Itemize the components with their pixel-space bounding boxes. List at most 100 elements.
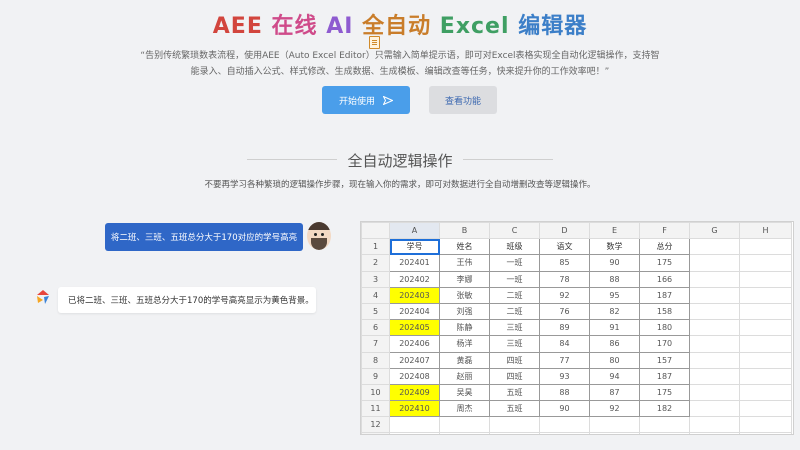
cell[interactable]	[589, 416, 640, 434]
cell[interactable]: 82	[589, 302, 640, 321]
cell[interactable]	[689, 416, 740, 434]
cell[interactable]: 187	[639, 286, 690, 304]
cell[interactable]: 90	[539, 400, 590, 418]
cell[interactable]: 赵丽	[439, 367, 490, 385]
row-header[interactable]: 5	[361, 302, 390, 321]
spreadsheet[interactable]: A B C D E F G H 1 学号 姓名 班级 语文 数学 总分 2 202401 王伟 一班…	[360, 221, 794, 435]
cell[interactable]: 姓名	[439, 238, 490, 256]
cell[interactable]: 77	[539, 351, 590, 369]
cell[interactable]: 166	[639, 270, 690, 288]
column-header[interactable]: B	[439, 222, 490, 240]
cell[interactable]: 182	[639, 400, 690, 418]
cell[interactable]	[689, 383, 740, 402]
column-header[interactable]: D	[539, 222, 590, 240]
cell[interactable]	[689, 286, 740, 304]
cell[interactable]: 五班	[489, 400, 540, 418]
cell[interactable]: 语文	[539, 238, 590, 256]
cell[interactable]: 学号	[389, 238, 440, 256]
cell[interactable]	[739, 302, 792, 321]
cell[interactable]	[639, 416, 690, 434]
column-header[interactable]: E	[589, 222, 640, 240]
spreadsheet-grid[interactable]: A B C D E F G H 1 学号 姓名 班级 语文 数学 总分 2 202401 王伟 一班…	[361, 222, 792, 434]
cell[interactable]	[739, 383, 792, 402]
cell[interactable]: 一班	[489, 270, 540, 288]
cell[interactable]: 周杰	[439, 400, 490, 418]
cell[interactable]: 175	[639, 254, 690, 272]
row-header[interactable]: 3	[361, 270, 390, 288]
cell[interactable]: 二班	[489, 286, 540, 304]
cell[interactable]: 187	[639, 367, 690, 385]
cell[interactable]: 202407	[389, 351, 440, 369]
cell[interactable]: 180	[639, 319, 690, 337]
cell[interactable]: 92	[539, 286, 590, 304]
cell[interactable]	[689, 302, 740, 321]
cell[interactable]: 202405	[389, 319, 440, 337]
cell[interactable]	[689, 270, 740, 288]
cell[interactable]: 88	[539, 383, 590, 402]
cell[interactable]: 87	[589, 383, 640, 402]
cell[interactable]: 一班	[489, 254, 540, 272]
cell[interactable]: 90	[589, 254, 640, 272]
cell[interactable]: 刘强	[439, 302, 490, 321]
cell[interactable]	[739, 432, 792, 434]
cell[interactable]: 91	[589, 319, 640, 337]
cell[interactable]: 93	[539, 367, 590, 385]
cell[interactable]	[539, 432, 590, 434]
cell[interactable]	[639, 432, 690, 434]
cell[interactable]: 二班	[489, 302, 540, 321]
cell[interactable]: 四班	[489, 367, 540, 385]
cell[interactable]	[739, 286, 792, 304]
cell[interactable]	[739, 351, 792, 369]
cell[interactable]: 78	[539, 270, 590, 288]
row-header[interactable]: 9	[361, 367, 390, 385]
cell[interactable]: 89	[539, 319, 590, 337]
cell[interactable]: 202401	[389, 254, 440, 272]
cell[interactable]: 202406	[389, 335, 440, 353]
cell[interactable]: 76	[539, 302, 590, 321]
cell[interactable]: 202404	[389, 302, 440, 321]
cell[interactable]: 202408	[389, 367, 440, 385]
cell[interactable]	[689, 335, 740, 353]
cell[interactable]: 85	[539, 254, 590, 272]
cell[interactable]: 王伟	[439, 254, 490, 272]
cell[interactable]: 吴昊	[439, 383, 490, 402]
cell[interactable]	[489, 432, 540, 434]
cell[interactable]	[689, 238, 740, 256]
cell[interactable]: 92	[589, 400, 640, 418]
cell[interactable]	[689, 319, 740, 337]
row-header[interactable]: 7	[361, 335, 390, 353]
cell[interactable]	[739, 270, 792, 288]
cell[interactable]	[389, 432, 440, 434]
row-header[interactable]: 11	[361, 400, 390, 418]
cell[interactable]	[689, 351, 740, 369]
cell[interactable]	[689, 400, 740, 418]
cell[interactable]	[739, 238, 792, 256]
row-header[interactable]: 8	[361, 351, 390, 369]
corner-cell[interactable]	[361, 222, 390, 240]
start-button[interactable]: 开始使用	[322, 86, 410, 114]
row-header[interactable]: 12	[361, 416, 390, 434]
cell[interactable]: 总分	[639, 238, 690, 256]
cell[interactable]: 80	[589, 351, 640, 369]
view-features-button[interactable]: 查看功能	[429, 86, 497, 114]
cell[interactable]	[739, 367, 792, 385]
cell[interactable]: 157	[639, 351, 690, 369]
cell[interactable]: 202409	[389, 383, 440, 402]
cell[interactable]: 94	[589, 367, 640, 385]
cell[interactable]: 陈静	[439, 319, 490, 337]
cell[interactable]	[439, 432, 490, 434]
cell[interactable]	[689, 367, 740, 385]
column-header[interactable]: A	[389, 222, 440, 240]
cell[interactable]: 86	[589, 335, 640, 353]
cell[interactable]	[389, 416, 440, 434]
cell[interactable]: 班级	[489, 238, 540, 256]
cell[interactable]: 三班	[489, 319, 540, 337]
row-header[interactable]: 1	[361, 238, 390, 256]
cell[interactable]: 李娜	[439, 270, 490, 288]
cell[interactable]	[439, 416, 490, 434]
cell[interactable]: 175	[639, 383, 690, 402]
column-header[interactable]: F	[639, 222, 690, 240]
cell[interactable]: 四班	[489, 351, 540, 369]
cell[interactable]	[539, 416, 590, 434]
column-header[interactable]: H	[739, 222, 792, 240]
